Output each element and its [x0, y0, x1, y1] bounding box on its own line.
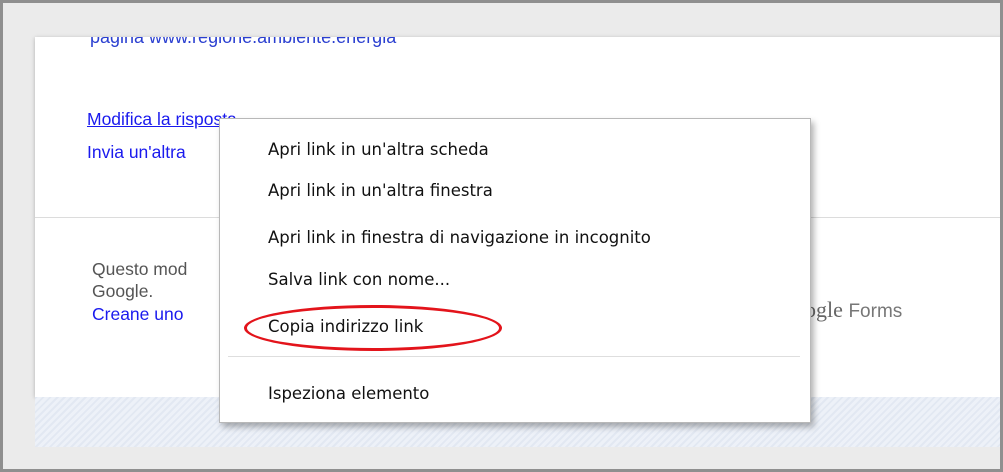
- menu-separator: [228, 356, 800, 357]
- menu-item-label: Salva link con nome...: [268, 270, 451, 289]
- cut-off-link-text[interactable]: pagina www.regione.ambiente.energia: [90, 37, 396, 48]
- context-menu: Apri link in un'altra scheda Apri link i…: [219, 118, 811, 423]
- menu-item-label: Copia indirizzo link: [268, 317, 424, 336]
- menu-item-open-new-tab[interactable]: Apri link in un'altra scheda: [220, 131, 810, 169]
- menu-item-copy-link-address[interactable]: Copia indirizzo link: [220, 308, 810, 346]
- screenshot-frame: pagina www.regione.ambiente.energia Modi…: [0, 0, 1003, 472]
- create-form-link[interactable]: Creane uno: [92, 304, 183, 325]
- footer-text-line2: Google.: [92, 281, 154, 301]
- menu-item-label: Apri link in un'altra scheda: [268, 140, 489, 159]
- forms-logo-text: Forms: [848, 301, 903, 322]
- menu-item-label: Ispeziona elemento: [268, 384, 430, 403]
- submit-another-response-link[interactable]: Invia un'altra: [87, 142, 186, 163]
- menu-item-label: Apri link in finestra di navigazione in …: [268, 228, 651, 247]
- menu-item-open-incognito[interactable]: Apri link in finestra di navigazione in …: [220, 219, 810, 257]
- edit-response-link[interactable]: Modifica la risposta: [87, 109, 237, 130]
- google-forms-logo[interactable]: ogle Forms: [805, 297, 902, 323]
- menu-item-label: Apri link in un'altra finestra: [268, 181, 493, 200]
- menu-item-save-link-as[interactable]: Salva link con nome...: [220, 261, 810, 299]
- menu-item-open-new-window[interactable]: Apri link in un'altra finestra: [220, 172, 810, 210]
- footer-text-line1: Questo mod: [92, 259, 188, 279]
- menu-item-inspect-element[interactable]: Ispeziona elemento: [220, 375, 810, 413]
